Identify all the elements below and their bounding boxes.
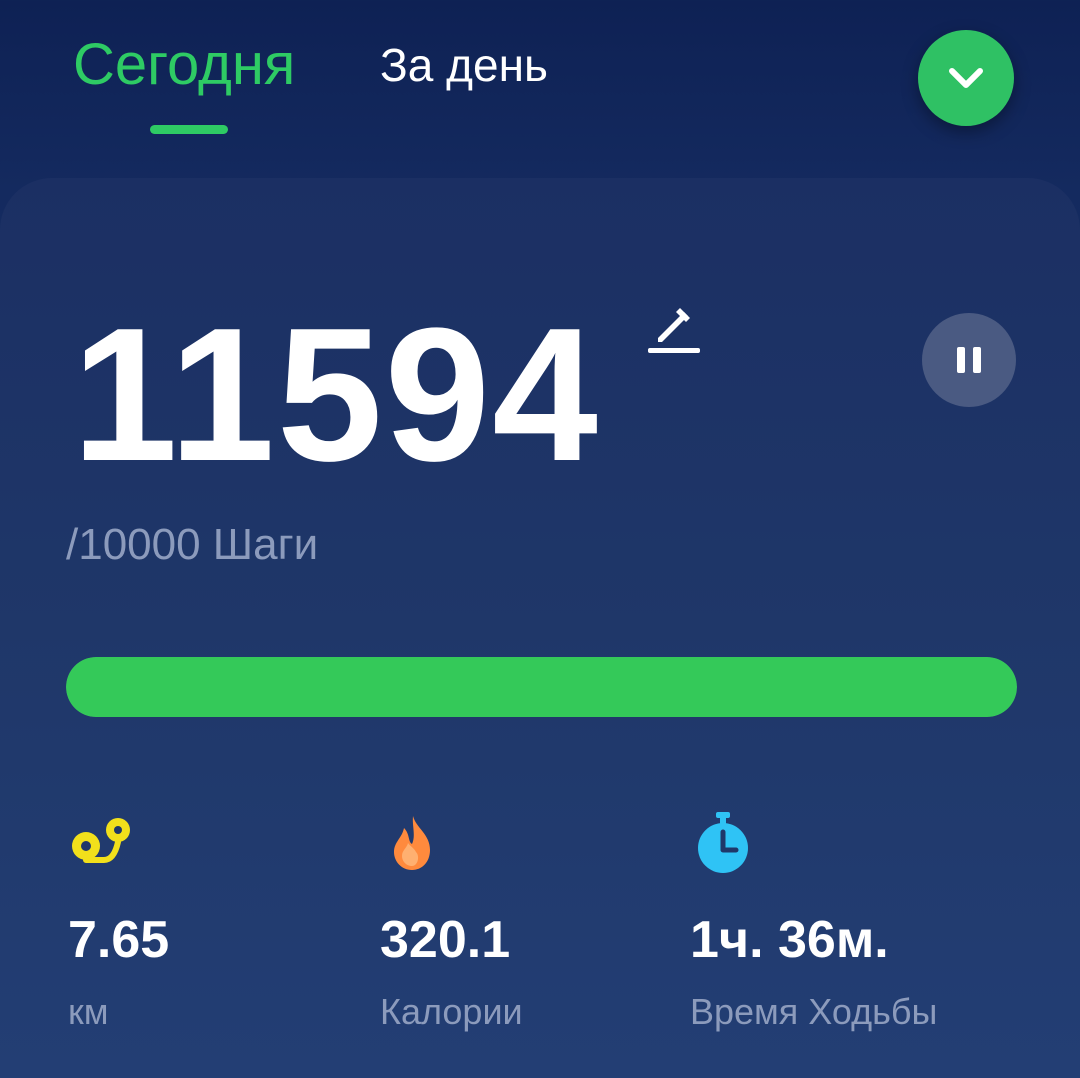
pause-icon <box>957 347 981 373</box>
calories-label: Калории <box>380 991 523 1032</box>
chevron-down-icon <box>949 68 983 88</box>
tab-per-day[interactable]: За день <box>380 30 548 100</box>
steps-count: 11594 <box>72 289 600 501</box>
pause-button[interactable] <box>922 313 1016 407</box>
tab-today[interactable]: Сегодня <box>73 30 295 100</box>
calories-value: 320.1 <box>380 911 511 969</box>
route-icon <box>72 818 130 863</box>
stopwatch-icon <box>698 812 748 873</box>
expand-button[interactable] <box>918 30 1014 126</box>
flame-icon <box>394 816 430 870</box>
active-tab-indicator <box>150 125 228 134</box>
walking-time-label: Время Ходьбы <box>690 991 938 1032</box>
steps-progress-fill <box>66 657 1017 717</box>
edit-steps-button[interactable] <box>644 298 704 358</box>
steps-progress-bar <box>66 657 1017 717</box>
period-tabs: Сегодня За день <box>0 0 1080 170</box>
distance-label: км <box>68 991 109 1032</box>
distance-value: 7.65 <box>68 911 170 969</box>
walking-time-value: 1ч. 36м. <box>690 911 889 969</box>
pencil-icon <box>648 308 700 353</box>
steps-goal: /10000 Шаги <box>66 520 319 569</box>
